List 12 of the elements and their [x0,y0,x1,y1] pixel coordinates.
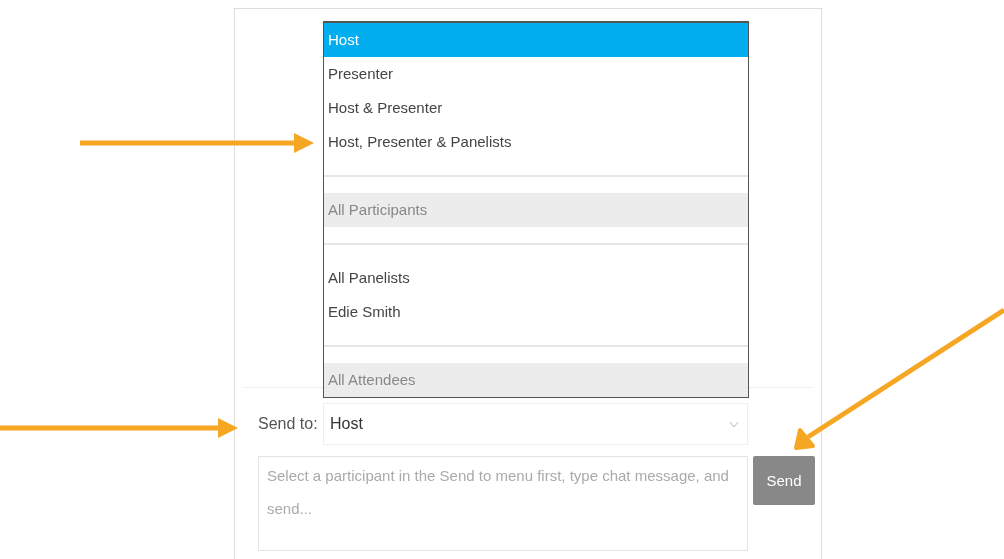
group-header: All Participants [324,193,748,227]
send-button[interactable]: Send [753,456,815,505]
send-to-dropdown[interactable]: Host [323,403,748,445]
recipient-option[interactable]: Presenter [324,57,748,91]
send-to-label: Send to: [258,415,319,433]
recipient-option[interactable]: Host, Presenter & Panelists [324,125,748,159]
chevron-down-icon [729,420,739,428]
recipient-option[interactable]: All Panelists [324,261,748,295]
message-field[interactable]: Select a participant in the Send to menu first, type chat message, and send... [258,456,748,551]
recipient-option[interactable]: Host & Presenter [324,91,748,125]
recipient-option[interactable]: Edie Smith [324,295,748,329]
group-header: All Attendees [324,363,748,397]
